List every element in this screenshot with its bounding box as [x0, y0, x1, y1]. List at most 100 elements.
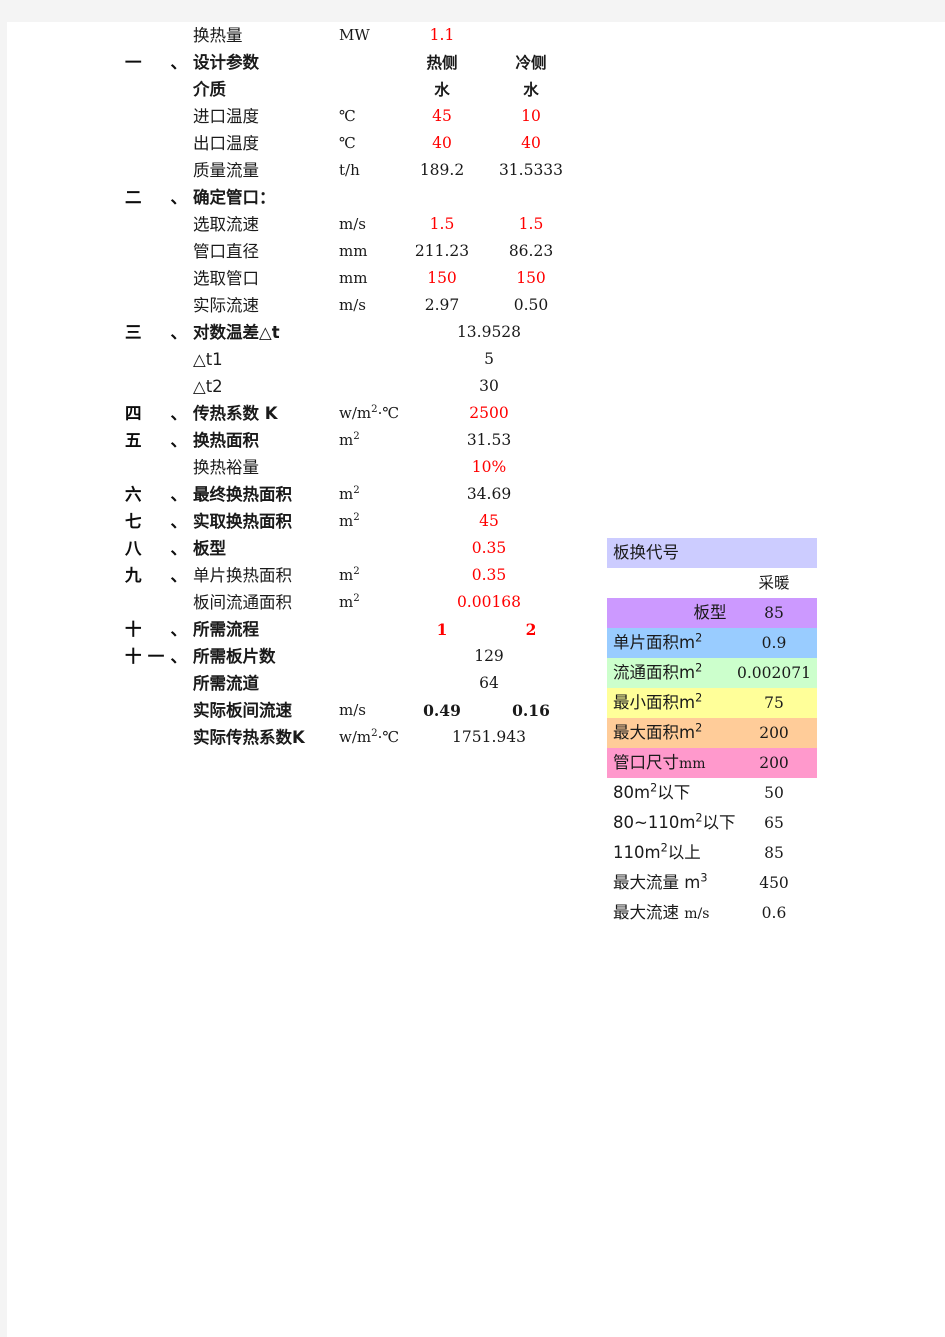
ref-row-value[interactable]: 0.6	[735, 898, 813, 928]
ref-table-row: 最大流速 m/s 0.6	[607, 898, 817, 928]
sheet-row-label: 换热量	[193, 26, 243, 45]
sheet-row: 管口直径 mm 211.23 86.23	[7, 238, 627, 265]
sheet-row-label: 实际传热系数K	[193, 728, 305, 747]
sheet-row-value-hot[interactable]: 1.1	[405, 22, 479, 49]
sheet-row-value[interactable]: 2500	[405, 400, 573, 427]
sheet-row-value-hot[interactable]: 水	[405, 76, 479, 103]
sheet-row: 选取流速 m/s 1.5 1.5	[7, 211, 627, 238]
sheet-row-value-hot[interactable]: 0.49	[405, 697, 479, 724]
sheet-row-unit: mm	[339, 242, 368, 260]
sheet-row-value-cold[interactable]: 冷侧	[489, 49, 573, 76]
sheet-row-value[interactable]: 45	[405, 508, 573, 535]
sheet-row-number: 五、	[125, 431, 187, 450]
sheet-row-value[interactable]: 64	[405, 670, 573, 697]
ref-row-value[interactable]: 450	[735, 868, 813, 898]
sheet-row-number: 四、	[125, 404, 187, 423]
sheet-row: 六、 最终换热面积 m2 34.69	[7, 481, 627, 508]
sheet-row-value-cold[interactable]: 150	[489, 265, 573, 292]
sheet-row: 四、 传热系数 K w/m2·℃ 2500	[7, 400, 627, 427]
sheet-row-value[interactable]: 0.35	[405, 535, 573, 562]
sheet-row-value-hot[interactable]: 40	[405, 130, 479, 157]
sheet-row-value-cold[interactable]: 水	[489, 76, 573, 103]
sheet-row: 十一、 所需板片数 129	[7, 643, 627, 670]
ref-table-header-row: 板换代号	[607, 538, 817, 568]
ref-row-value[interactable]: 75	[735, 688, 813, 718]
sheet-row-unit: ℃	[339, 134, 356, 152]
ref-row-value[interactable]: 85	[735, 838, 813, 868]
sheet-row-value-cold[interactable]: 40	[489, 130, 573, 157]
sheet-row-label: 换热面积	[193, 431, 259, 450]
sheet-row-unit: t/h	[339, 161, 360, 179]
sheet-row-label: 实际流速	[193, 296, 259, 315]
sheet-row-number: 八、	[125, 539, 187, 558]
sheet-row: 所需流道 64	[7, 670, 627, 697]
sheet-row: 换热量 MW 1.1	[7, 22, 627, 49]
sheet-row-label: 进口温度	[193, 107, 259, 126]
sheet-row: 板间流通面积 m2 0.00168	[7, 589, 627, 616]
sheet-row-value-hot[interactable]: 1.5	[405, 211, 479, 238]
ref-row-label: 80~110m2以下	[613, 811, 736, 832]
sheet-row-label: 所需流程	[193, 620, 259, 639]
sheet-row-value-cold[interactable]: 0.50	[489, 292, 573, 319]
sheet-row-value[interactable]: 0.00168	[405, 589, 573, 616]
sheet-row-unit: w/m2·℃	[339, 728, 400, 746]
sheet-row-value-hot[interactable]: 211.23	[405, 238, 479, 265]
sheet-row-label: 实际板间流速	[193, 701, 292, 720]
sheet-row: 出口温度 ℃ 40 40	[7, 130, 627, 157]
sheet-row-value-cold[interactable]: 1.5	[489, 211, 573, 238]
ref-table-row: 板型 85	[607, 598, 817, 628]
sheet-row-value[interactable]: 129	[405, 643, 573, 670]
sheet-row-value-hot[interactable]: 1	[405, 616, 479, 643]
sheet-row-value[interactable]: 10%	[405, 454, 573, 481]
sheet-row-unit: m2	[339, 485, 360, 503]
sheet-row-unit: m/s	[339, 701, 366, 719]
ref-row-value[interactable]: 50	[735, 778, 813, 808]
sheet-row: 介质 水水	[7, 76, 627, 103]
ref-table-column-header-row: 采暖	[607, 568, 817, 598]
sheet-row-value-hot[interactable]: 2.97	[405, 292, 479, 319]
sheet-row-unit: w/m2·℃	[339, 404, 400, 422]
ref-row-value[interactable]: 0.002071	[735, 658, 813, 688]
sheet-row-number: 七、	[125, 512, 187, 531]
ref-row-value[interactable]: 85	[735, 598, 813, 628]
ref-table-row: 80m2以下 50	[607, 778, 817, 808]
sheet-row-label: 介质	[193, 80, 226, 99]
ref-table-row: 单片面积m2 0.9	[607, 628, 817, 658]
sheet-row-label: 板间流通面积	[193, 593, 292, 612]
sheet-row-value-hot[interactable]: 189.2	[405, 157, 479, 184]
sheet-row-number: 六、	[125, 485, 187, 504]
ref-row-label: 单片面积m2	[613, 631, 703, 652]
sheet-row-value-hot[interactable]: 热侧	[405, 49, 479, 76]
sheet-row-value[interactable]: 34.69	[405, 481, 573, 508]
ref-row-value[interactable]: 65	[735, 808, 813, 838]
sheet-row-value-hot[interactable]: 150	[405, 265, 479, 292]
sheet-row-value-hot[interactable]: 45	[405, 103, 479, 130]
ref-column-header: 采暖	[758, 574, 790, 592]
sheet-row-label: △t2	[193, 377, 223, 396]
sheet-row-value[interactable]: 13.9528	[405, 319, 573, 346]
ref-row-label: 80m2以下	[613, 781, 691, 802]
sheet-row-label: 选取管口	[193, 269, 259, 288]
ref-row-value[interactable]: 200	[735, 748, 813, 778]
sheet-row: 一、 设计参数 热侧 冷侧	[7, 49, 627, 76]
sheet-row-value-cold[interactable]: 31.5333	[489, 157, 573, 184]
sheet-row-value-cold[interactable]: 10	[489, 103, 573, 130]
sheet-row-label: 换热裕量	[193, 458, 259, 477]
sheet-row-value[interactable]: 1751.943	[405, 724, 573, 751]
sheet-row: 五、 换热面积 m2 31.53	[7, 427, 627, 454]
sheet-row-value-cold[interactable]: 0.16	[489, 697, 573, 724]
sheet-row-value-cold[interactable]: 2	[489, 616, 573, 643]
ref-table-row: 110m2以上 85	[607, 838, 817, 868]
sheet-row: 实际传热系数K w/m2·℃ 1751.943	[7, 724, 627, 751]
sheet-row-unit: MW	[339, 26, 370, 44]
sheet-row-unit: m2	[339, 593, 360, 611]
sheet-row-value[interactable]: 31.53	[405, 427, 573, 454]
sheet-row-unit: ℃	[339, 107, 356, 125]
sheet-row-value[interactable]: 5	[405, 346, 573, 373]
sheet-row-value-cold[interactable]: 86.23	[489, 238, 573, 265]
sheet-row-value[interactable]: 30	[405, 373, 573, 400]
sheet-row-value[interactable]: 0.35	[405, 562, 573, 589]
ref-row-value[interactable]: 200	[735, 718, 813, 748]
sheet-row-unit: m/s	[339, 215, 366, 233]
ref-row-value[interactable]: 0.9	[735, 628, 813, 658]
